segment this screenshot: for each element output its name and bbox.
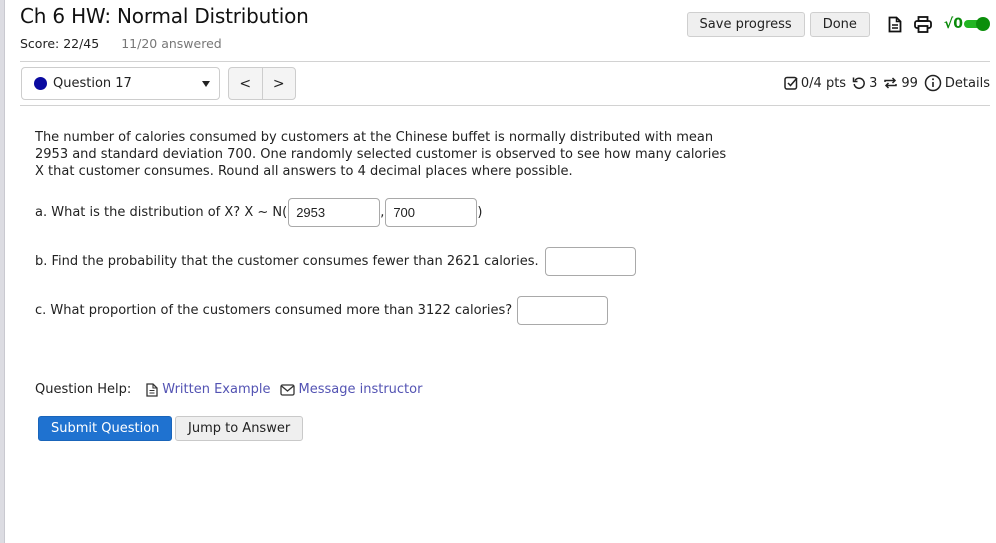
next-question-button[interactable]: > [263, 68, 296, 99]
part-b-answer-input[interactable] [544, 247, 636, 276]
part-c: c. What proportion of the customers cons… [35, 296, 609, 325]
points: 0/4 pts [784, 76, 846, 91]
written-example-label: Written Example [162, 382, 271, 397]
question-help: Question Help: Written Example Message i… [35, 382, 431, 397]
versions-value: 99 [901, 75, 918, 91]
versions: 99 [883, 76, 918, 91]
question-help-label: Question Help: [35, 382, 132, 397]
attempts-value: 3 [869, 75, 878, 91]
jump-to-answer-button[interactable]: Jump to Answer [175, 416, 304, 441]
mail-icon [279, 383, 295, 396]
question-select[interactable]: Question 17 [21, 67, 220, 100]
left-rail [0, 0, 5, 543]
checkbox-icon [784, 76, 798, 90]
math-entry-toggle[interactable]: √0 [944, 16, 990, 32]
details-link[interactable]: Details [924, 74, 990, 92]
message-instructor-label: Message instructor [298, 382, 423, 397]
question-pager: < > [228, 67, 296, 100]
retry-icon [852, 77, 865, 90]
question-status-dot [34, 77, 47, 90]
mean-input[interactable] [288, 198, 381, 227]
close-paren: ) [477, 205, 483, 220]
save-progress-button[interactable]: Save progress [686, 11, 805, 37]
sd-input[interactable] [385, 198, 478, 227]
previous-question-button[interactable]: < [229, 68, 263, 99]
done-button[interactable]: Done [809, 11, 870, 37]
part-b-prompt: b. Find the probability that the custome… [35, 254, 539, 269]
part-c-answer-input[interactable] [517, 296, 609, 325]
score-line: Score: 22/45 11/20 answered [20, 36, 222, 51]
message-instructor-link[interactable]: Message instructor [279, 382, 423, 397]
page-title: Ch 6 HW: Normal Distribution [20, 4, 309, 28]
info-icon [924, 74, 942, 92]
comma: , [380, 205, 385, 220]
document-icon [146, 382, 158, 397]
divider-top [20, 61, 990, 62]
attempts: 3 [852, 76, 877, 91]
score: Score: 22/45 [20, 36, 100, 51]
question-meta: 0/4 pts 3 99 Details [778, 74, 990, 92]
part-c-prompt: c. What proportion of the customers cons… [35, 303, 513, 318]
divider-bottom [20, 105, 990, 106]
sqrt-icon: √0 [943, 16, 963, 32]
submit-question-button[interactable]: Submit Question [38, 416, 173, 441]
question-text: The number of calories consumed by custo… [35, 130, 727, 179]
question-select-label: Question 17 [53, 76, 132, 91]
top-actions: Save progress Done √0 [686, 11, 996, 37]
points-value: 0/4 pts [800, 75, 847, 91]
part-a-prompt: a. What is the distribution of X? X ~ N( [35, 205, 288, 220]
part-b: b. Find the probability that the custome… [35, 247, 636, 276]
printer-icon[interactable] [912, 13, 934, 35]
caret-down-icon [202, 81, 210, 87]
repeat-icon [884, 77, 898, 89]
toggle-switch[interactable] [964, 17, 990, 31]
print-preview-icon[interactable] [884, 13, 906, 35]
details-label: Details [944, 75, 990, 91]
written-example-link[interactable]: Written Example [146, 382, 271, 397]
answered-count: 11/20 answered [121, 36, 222, 51]
part-a: a. What is the distribution of X? X ~ N(… [35, 198, 482, 227]
